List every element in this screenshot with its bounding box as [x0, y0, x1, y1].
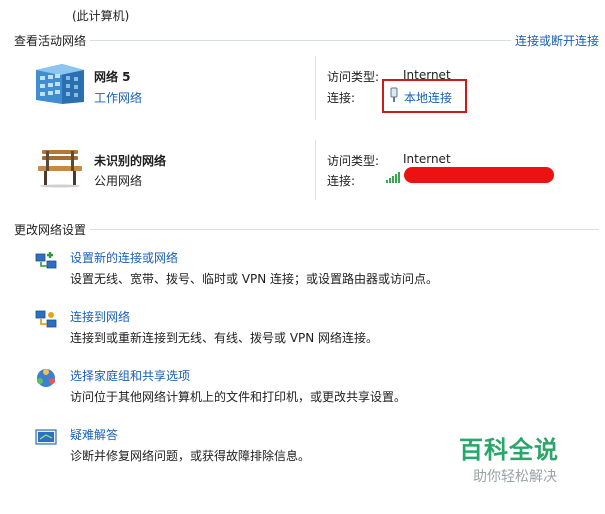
homegroup-icon	[34, 366, 58, 390]
task-description: 连接到或重新连接到无线、有线、拨号或 VPN 网络连接。	[70, 331, 379, 345]
watermark: 百科全说 助你轻松解决	[437, 430, 597, 490]
connect-to-network-link[interactable]: 连接到网络	[70, 308, 130, 325]
new-connection-icon	[34, 248, 58, 272]
section-title: 更改网络设置	[14, 221, 91, 238]
redaction-mark	[404, 167, 554, 183]
network-type-link[interactable]: 工作网络	[94, 89, 142, 106]
task-description: 访问位于其他网络计算机上的文件和打印机，或更改共享设置。	[70, 390, 407, 404]
task-new-connection: 设置新的连接或网络 设置无线、宽带、拨号、临时或 VPN 连接；或设置路由器或访…	[34, 248, 594, 288]
building-icon	[32, 62, 88, 106]
top-partial-row: (此计算机)	[0, 0, 605, 23]
network-block-2: 未识别的网络 公用网络 访问类型: Internet 连接:	[14, 140, 599, 204]
network-block-1: 网络 5 工作网络 访问类型: Internet 连接: 本地连接	[14, 56, 599, 130]
access-type-label: 访问类型:	[327, 70, 380, 84]
network-name: 未识别的网络	[94, 154, 167, 168]
network-name: 网络 5	[94, 70, 131, 84]
watermark-title: 百科全说	[459, 436, 559, 464]
access-type-value: Internet	[403, 152, 451, 166]
access-type-label: 访问类型:	[327, 154, 380, 168]
divider	[14, 229, 599, 230]
homegroup-sharing-link[interactable]: 选择家庭组和共享选项	[70, 367, 190, 384]
vertical-divider	[315, 140, 316, 200]
task-description: 诊断并修复网络问题，或获得故障排除信息。	[70, 449, 311, 463]
setup-connection-link[interactable]: 设置新的连接或网络	[70, 249, 178, 266]
section-title: 查看活动网络	[14, 32, 91, 49]
change-settings-header: 更改网络设置	[14, 221, 599, 238]
watermark-subtitle: 助你轻松解决	[473, 469, 557, 485]
connect-network-icon	[34, 307, 58, 331]
computer-label: (此计算机)	[72, 9, 130, 23]
troubleshoot-icon	[34, 425, 58, 449]
task-connect-network: 连接到网络 连接到或重新连接到无线、有线、拨号或 VPN 网络连接。	[34, 307, 594, 347]
highlight-box	[382, 79, 467, 113]
troubleshoot-link[interactable]: 疑难解答	[70, 426, 118, 443]
active-networks-header: 查看活动网络 连接或断开连接	[14, 32, 599, 49]
wifi-signal-icon	[385, 171, 401, 183]
connect-disconnect-link[interactable]: 连接或断开连接	[510, 32, 599, 49]
connection-label: 连接:	[327, 91, 356, 105]
connection-label: 连接:	[327, 174, 356, 188]
network-type: 公用网络	[94, 174, 143, 188]
park-bench-icon	[36, 148, 84, 188]
task-homegroup: 选择家庭组和共享选项 访问位于其他网络计算机上的文件和打印机，或更改共享设置。	[34, 366, 594, 406]
vertical-divider	[315, 56, 316, 120]
task-description: 设置无线、宽带、拨号、临时或 VPN 连接；或设置路由器或访问点。	[70, 272, 439, 286]
